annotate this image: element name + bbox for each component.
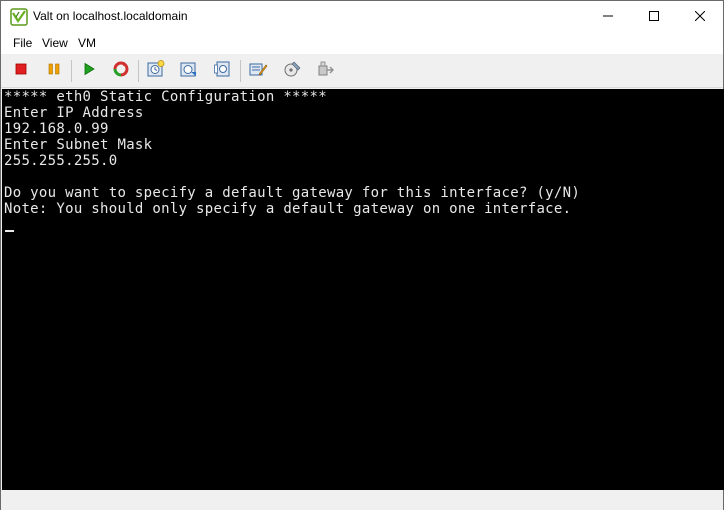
toolbar-separator	[240, 60, 241, 82]
revert-snapshot-button[interactable]	[177, 59, 201, 83]
stop-button[interactable]	[9, 59, 33, 83]
connect-device-button[interactable]	[314, 59, 338, 83]
menu-file[interactable]: File	[13, 36, 32, 50]
menu-bar: File View VM	[1, 32, 723, 54]
reset-button[interactable]	[109, 59, 133, 83]
pause-button[interactable]	[42, 59, 66, 83]
vm-console-window: Valt on localhost.localdomain File View …	[0, 0, 724, 510]
install-tools-icon	[282, 59, 302, 84]
status-strip	[1, 490, 723, 510]
snapshot-manager-icon	[213, 59, 233, 84]
toolbar-separator	[71, 60, 72, 82]
close-icon	[694, 8, 706, 26]
play-button[interactable]	[77, 59, 101, 83]
maximize-button[interactable]	[631, 1, 677, 32]
take-snapshot-button[interactable]	[144, 59, 168, 83]
snapshot-icon	[146, 59, 166, 84]
maximize-icon	[649, 8, 659, 26]
console-line: Do you want to specify a default gateway…	[4, 185, 581, 201]
install-tools-button[interactable]	[280, 59, 304, 83]
console-line: 255.255.255.0	[4, 153, 118, 169]
edit-settings-button[interactable]	[246, 59, 270, 83]
pause-icon	[47, 62, 61, 81]
title-bar[interactable]: Valt on localhost.localdomain	[1, 1, 723, 32]
console-line: Enter IP Address	[4, 105, 144, 121]
vmware-logo-icon	[10, 8, 28, 26]
menu-vm[interactable]: VM	[78, 36, 96, 50]
menu-view[interactable]: View	[42, 36, 68, 50]
snapshot-manager-button[interactable]	[211, 59, 235, 83]
play-icon	[82, 62, 96, 81]
vm-console-screen[interactable]: ***** eth0 Static Configuration ***** En…	[2, 89, 724, 490]
text-cursor	[5, 230, 14, 232]
edit-settings-icon	[248, 59, 268, 84]
toolbar-separator	[138, 60, 139, 82]
console-line: ***** eth0 Static Configuration *****	[4, 89, 327, 105]
toolbar	[1, 54, 723, 88]
minimize-icon	[603, 8, 613, 26]
window-title: Valt on localhost.localdomain	[33, 9, 188, 23]
console-line: Note: You should only specify a default …	[4, 201, 572, 217]
console-line: Enter Subnet Mask	[4, 137, 153, 153]
minimize-button[interactable]	[585, 1, 631, 32]
close-button[interactable]	[677, 1, 723, 32]
console-line: 192.168.0.99	[4, 121, 109, 137]
stop-icon	[14, 62, 28, 81]
revert-snapshot-icon	[179, 59, 199, 84]
reset-icon	[112, 60, 130, 83]
connect-device-icon	[316, 59, 336, 84]
